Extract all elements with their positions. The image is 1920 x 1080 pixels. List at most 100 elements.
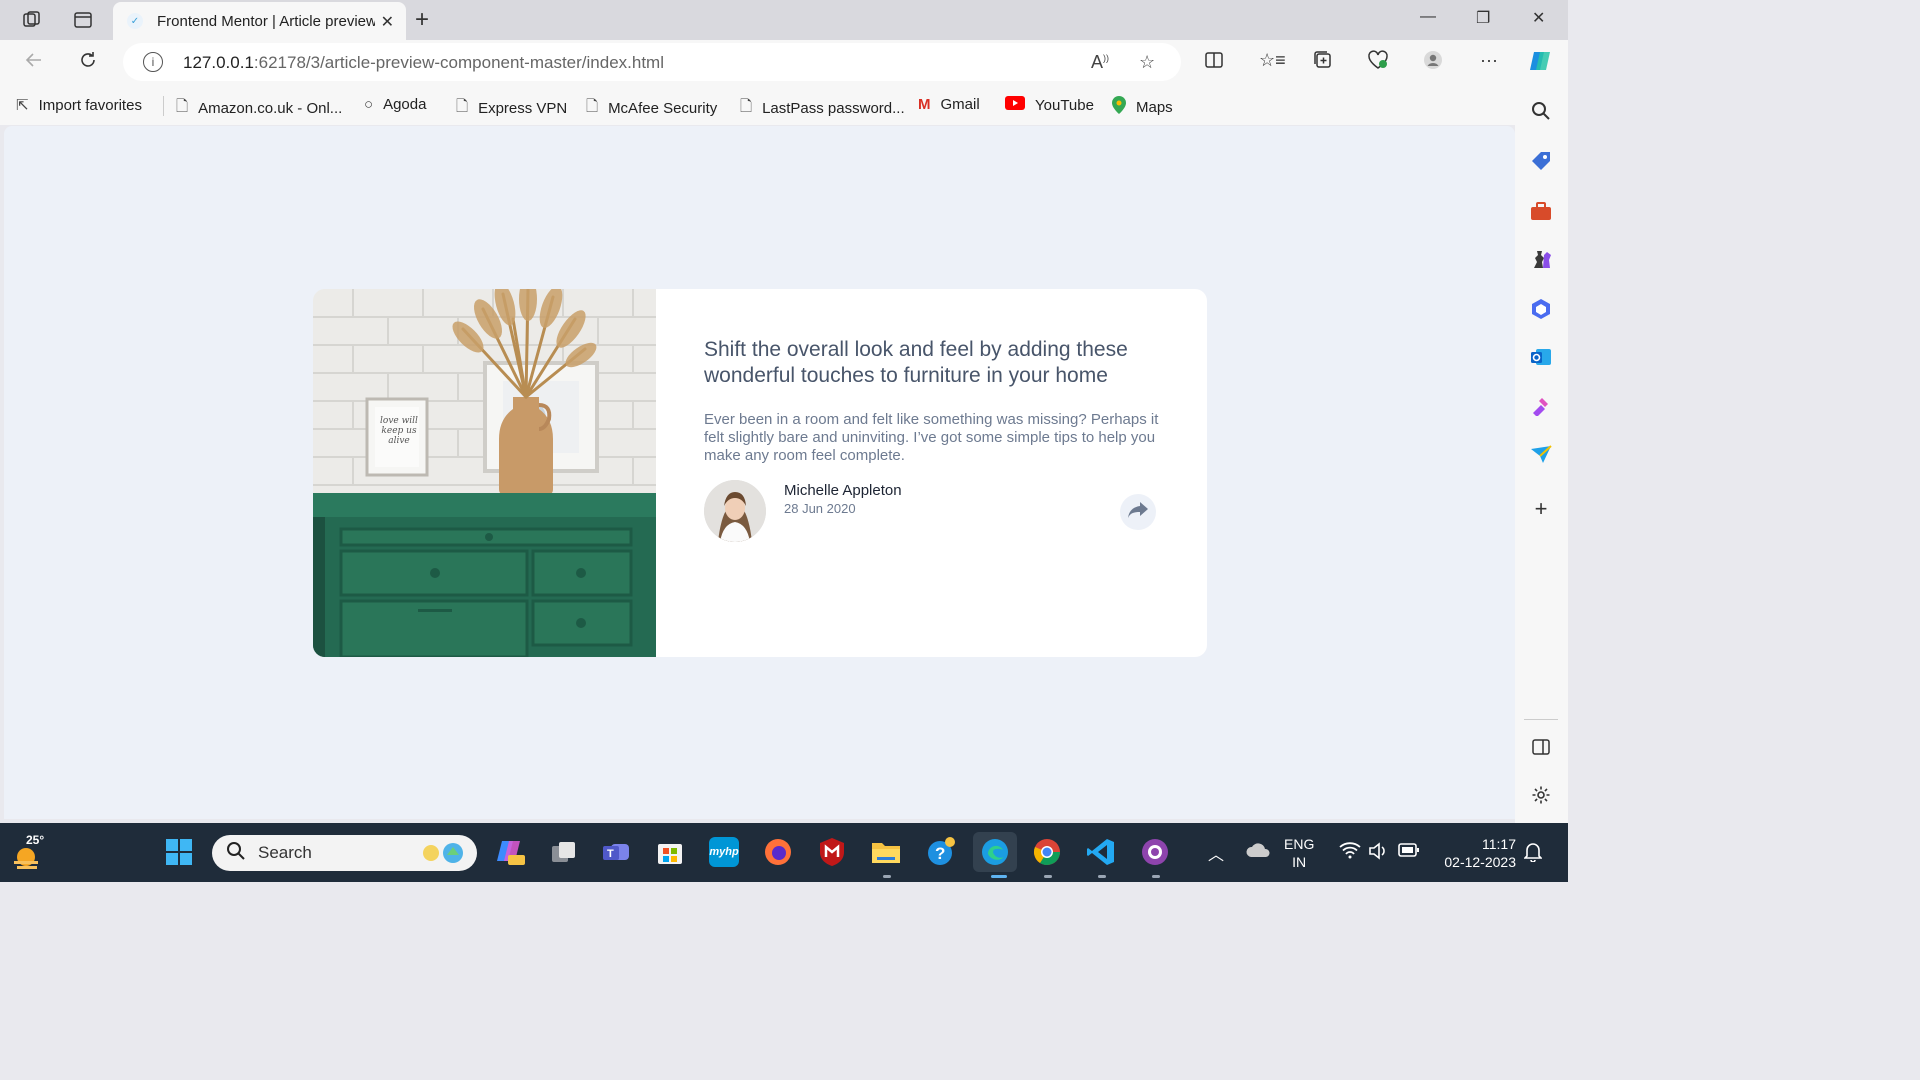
page-viewport: love will keep us alive Shift the overal… <box>4 126 1515 819</box>
games-chess-icon[interactable] <box>1529 247 1553 271</box>
article-description: Ever been in a room and felt like someth… <box>704 411 1159 464</box>
restore-icon[interactable]: ❐ <box>1476 8 1490 28</box>
favorite-star-icon[interactable]: ☆ <box>1139 52 1155 73</box>
fav-amazon[interactable]: 🗋 Amazon.co.uk - Onl... <box>176 96 342 121</box>
agoda-icon: ○ <box>364 96 374 113</box>
file-explorer-icon[interactable] <box>871 837 901 867</box>
read-aloud-icon[interactable]: A)) <box>1091 52 1109 73</box>
sidebar-settings-gear-icon[interactable] <box>1529 783 1553 807</box>
edge-sidebar: + <box>1515 85 1568 823</box>
copilot-preview-icon[interactable] <box>496 837 526 867</box>
split-screen-icon[interactable] <box>1204 50 1224 75</box>
language-indicator[interactable]: ENG IN <box>1284 835 1314 871</box>
refresh-icon[interactable] <box>78 50 98 76</box>
weather-temperature: 25° <box>26 833 45 847</box>
shopping-tag-icon[interactable] <box>1529 149 1553 173</box>
fav-lastpass[interactable]: 🗋 LastPass password... <box>740 96 905 121</box>
share-icon <box>1127 501 1149 524</box>
share-button[interactable] <box>1120 494 1156 530</box>
more-options-icon[interactable]: ··· <box>1480 50 1498 71</box>
taskbar-search-placeholder: Search <box>258 843 312 862</box>
tab-title: Frontend Mentor | Article preview <box>157 12 375 30</box>
author-name: Michelle Appleton <box>784 482 902 499</box>
page-icon: 🗋 <box>586 98 599 115</box>
workspaces-icon[interactable] <box>20 8 44 32</box>
browser-essentials-icon[interactable] <box>1367 50 1389 75</box>
teams-icon[interactable]: T <box>601 837 631 867</box>
site-info-icon[interactable]: i <box>143 52 163 72</box>
firefox-icon[interactable] <box>763 837 793 867</box>
hide-sidebar-icon[interactable] <box>1529 735 1553 759</box>
myhp-icon[interactable]: my hp <box>709 837 739 867</box>
battery-icon[interactable] <box>1398 843 1420 862</box>
search-highlight-icon <box>417 839 469 872</box>
active-indicator <box>991 875 1007 878</box>
profile-icon[interactable] <box>1423 50 1443 75</box>
vertical-tabs-icon[interactable] <box>71 8 95 32</box>
vscode-icon[interactable] <box>1086 837 1116 867</box>
weather-widget[interactable]: 25° <box>12 833 48 869</box>
microsoft-365-icon[interactable] <box>1529 297 1553 321</box>
page-icon: 🗋 <box>456 98 469 115</box>
get-help-icon[interactable]: ? <box>925 837 955 867</box>
chrome-icon[interactable] <box>1032 837 1062 867</box>
copilot-icon[interactable] <box>1528 48 1554 79</box>
clock[interactable]: 11:17 02-12-2023 <box>1436 835 1516 871</box>
sidebar-search-icon[interactable] <box>1529 99 1553 123</box>
outlook-icon[interactable] <box>1529 345 1553 369</box>
article-headline: Shift the overall look and feel by addin… <box>704 338 1128 387</box>
microsoft-store-icon[interactable] <box>655 837 685 867</box>
fav-agoda[interactable]: ○ Agoda <box>364 96 426 113</box>
frame-text: love will keep us alive <box>380 416 418 446</box>
taskbar-search-icon <box>226 841 246 866</box>
frontend-mentor-favicon-icon: ✓ <box>127 13 143 29</box>
gmail-icon: M <box>918 96 931 113</box>
windows-taskbar: 25° Search T my hp ? ︿ ENG IN 11:17 02-1… <box>0 823 1568 882</box>
fav-youtube[interactable]: YouTube <box>1005 96 1094 114</box>
github-desktop-icon[interactable] <box>1140 837 1170 867</box>
running-indicator <box>1152 875 1160 878</box>
fav-maps[interactable]: Maps <box>1112 96 1173 118</box>
clock-time: 11:17 <box>1482 836 1516 852</box>
maps-icon <box>1112 96 1126 118</box>
start-windows-icon[interactable] <box>164 837 194 867</box>
page-icon: 🗋 <box>176 98 189 115</box>
article-date: 28 Jun 2020 <box>784 501 856 516</box>
youtube-icon <box>1005 96 1025 114</box>
fav-gmail[interactable]: M Gmail <box>918 96 980 113</box>
onedrive-icon[interactable] <box>1245 841 1271 864</box>
wifi-icon[interactable] <box>1339 841 1361 864</box>
page-icon: 🗋 <box>740 98 753 115</box>
author-avatar <box>704 480 766 542</box>
favorites-divider <box>163 96 164 116</box>
active-tab[interactable]: ✓ Frontend Mentor | Article preview ✕ <box>113 2 406 40</box>
taskbar-search-box[interactable]: Search <box>212 835 477 871</box>
collections-icon[interactable] <box>1313 50 1333 75</box>
url-text[interactable]: 127.0.0.1:62178/3/article-preview-compon… <box>183 53 664 73</box>
favorites-icon[interactable]: ☆≡ <box>1259 50 1286 71</box>
minimize-icon[interactable]: — <box>1420 8 1436 26</box>
sidebar-divider <box>1524 719 1558 720</box>
designer-icon[interactable] <box>1529 393 1553 417</box>
address-bar[interactable]: i 127.0.0.1:62178/3/article-preview-comp… <box>123 43 1181 81</box>
fav-import-favorites[interactable]: ⇱ Import favorites <box>16 96 142 115</box>
edge-icon[interactable] <box>973 832 1017 872</box>
volume-icon[interactable] <box>1368 842 1388 865</box>
mcafee-icon[interactable] <box>817 837 847 867</box>
article-preview-card: love will keep us alive Shift the overal… <box>313 289 1207 657</box>
notifications-bell-icon[interactable] <box>1523 842 1543 867</box>
close-tab-icon[interactable]: ✕ <box>381 12 394 32</box>
add-sidebar-app-icon[interactable]: + <box>1529 496 1553 521</box>
close-window-icon[interactable]: ✕ <box>1532 8 1545 28</box>
show-hidden-icons-chevron-icon[interactable]: ︿ <box>1208 841 1224 865</box>
svg-text:T: T <box>607 848 614 860</box>
new-tab-icon[interactable]: + <box>415 6 429 34</box>
fav-mcafee[interactable]: 🗋 McAfee Security <box>586 96 717 121</box>
fav-express-vpn[interactable]: 🗋 Express VPN <box>456 96 567 121</box>
back-arrow-icon[interactable] <box>24 50 44 76</box>
article-body: Shift the overall look and feel by addin… <box>704 337 1164 465</box>
send-paper-plane-icon[interactable] <box>1529 443 1553 467</box>
task-view-icon[interactable] <box>549 837 579 867</box>
tools-briefcase-icon[interactable] <box>1529 199 1553 223</box>
import-icon: ⇱ <box>16 97 29 114</box>
